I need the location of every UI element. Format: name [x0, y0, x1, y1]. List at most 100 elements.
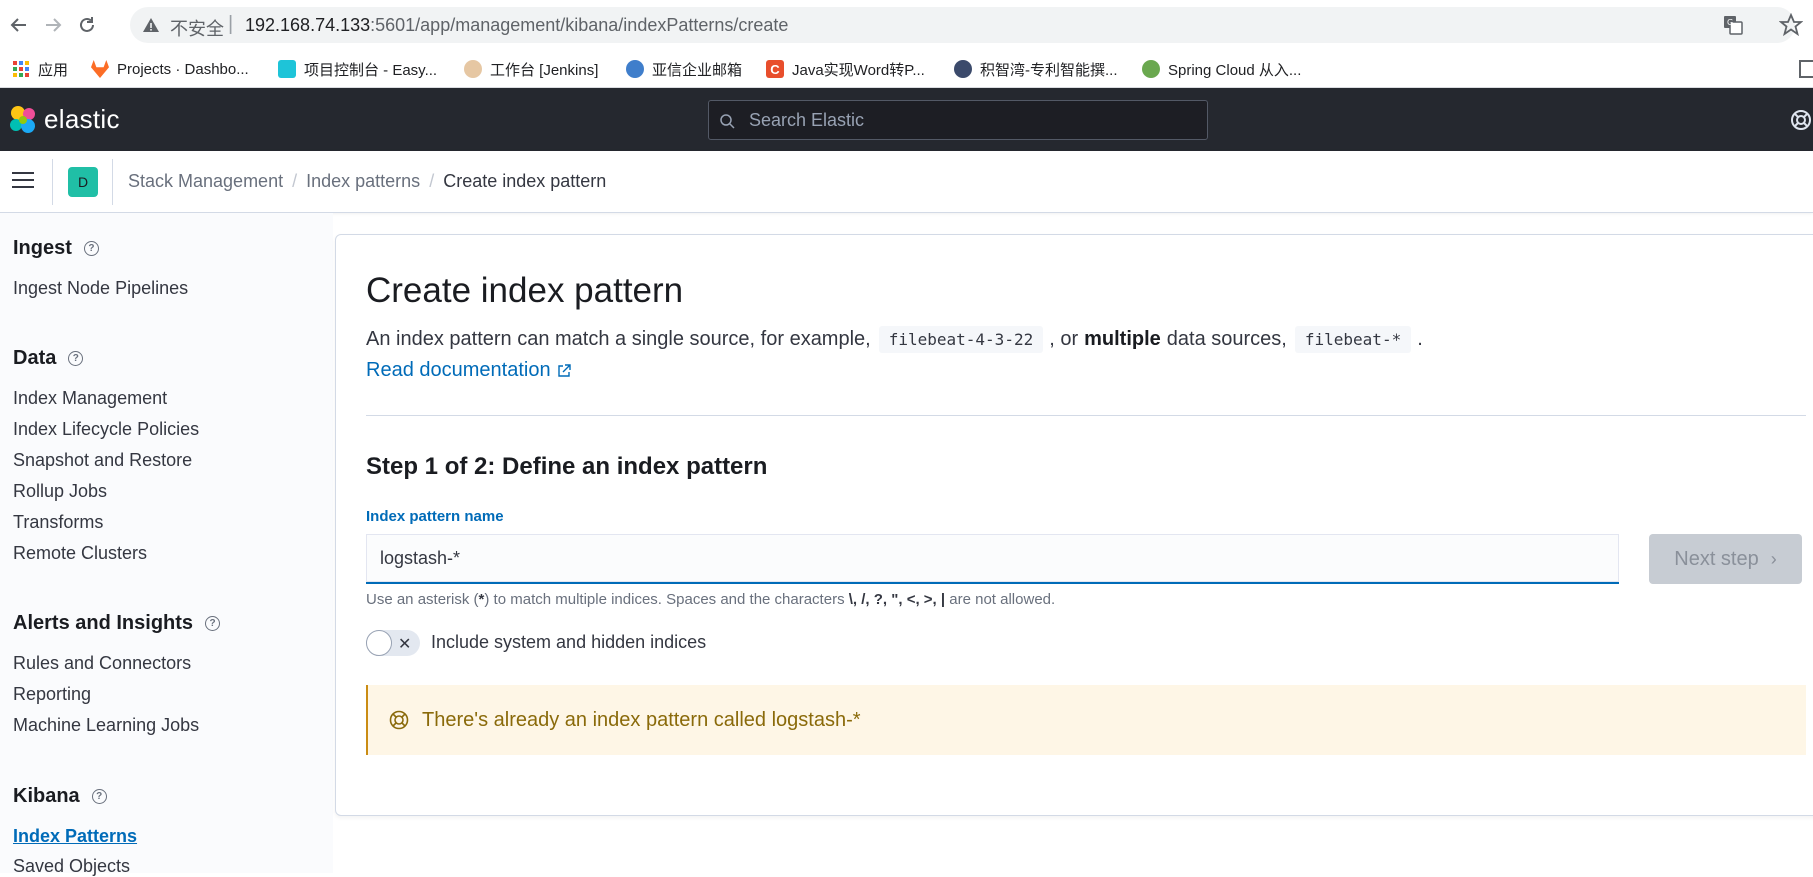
close-icon: ✕	[398, 636, 412, 653]
description: An index pattern can match a single sour…	[366, 326, 1423, 353]
hamburger-icon-line	[12, 186, 34, 188]
search-input[interactable]	[749, 101, 1189, 139]
space-avatar[interactable]: D	[68, 167, 98, 197]
apps-grid-icon	[13, 61, 29, 77]
toggle-label: Include system and hidden indices	[431, 632, 707, 652]
gitlab-icon	[91, 60, 109, 78]
sidebar-item-index-patterns[interactable]: Index Patterns	[13, 826, 137, 847]
help-text: Use an asterisk (*) to match multiple in…	[366, 591, 1055, 608]
sidebar-section-data: Data ?	[13, 347, 84, 370]
search-icon	[720, 114, 735, 129]
breadcrumb-separator: /	[292, 171, 298, 191]
help-menu-icon[interactable]	[1789, 108, 1813, 132]
elastic-logo-icon	[10, 105, 35, 133]
sidebar-item-index-lifecycle-policies[interactable]: Index Lifecycle Policies	[13, 419, 199, 440]
code-example: filebeat-4-3-22	[878, 326, 1044, 353]
sidebar-section-kibana: Kibana ?	[13, 785, 107, 808]
help-text-part: are not allowed.	[949, 591, 1056, 608]
breadcrumb-separator: /	[429, 171, 435, 191]
breadcrumb-index-patterns[interactable]: Index patterns	[306, 171, 420, 192]
bookmark-easy[interactable]: 项目控制台 - Easy...	[278, 59, 437, 79]
section-title: Alerts and Insights	[13, 612, 194, 634]
help-text-part: ) to match multiple indices. Spaces and …	[484, 591, 845, 608]
bookmark-java[interactable]: C Java实现Word转P...	[766, 59, 925, 79]
menu-toggle-button[interactable]	[12, 172, 34, 192]
desc-text: .	[1417, 328, 1423, 350]
divider	[112, 159, 113, 205]
hamburger-icon-line	[12, 179, 34, 181]
question-icon[interactable]: ?	[91, 789, 107, 804]
kibana-header: elastic	[0, 88, 1813, 151]
desc-text: , or	[1049, 328, 1079, 350]
sidebar-item-saved-objects[interactable]: Saved Objects	[13, 856, 130, 877]
avatar-icon	[1142, 60, 1160, 78]
sidebar-item-transforms[interactable]: Transforms	[13, 512, 103, 533]
back-button[interactable]	[6, 12, 32, 38]
warning-callout: There's already an index pattern called …	[366, 685, 1806, 755]
reload-button[interactable]	[74, 12, 100, 38]
sidebar-item-ingest-node-pipelines[interactable]: Ingest Node Pipelines	[13, 278, 188, 299]
jenkins-icon	[464, 60, 482, 78]
sidebar-item-rules-connectors[interactable]: Rules and Connectors	[13, 653, 191, 674]
desc-bold: multiple	[1084, 328, 1161, 350]
reload-icon	[80, 17, 94, 32]
help-ring-icon	[389, 710, 409, 730]
sidebar-item-index-management[interactable]: Index Management	[13, 388, 167, 409]
bookmark-apps[interactable]: 应用	[12, 59, 68, 79]
bookmark-spring[interactable]: Spring Cloud 从入...	[1142, 59, 1301, 79]
step-title: Step 1 of 2: Define an index pattern	[366, 453, 768, 480]
divider	[366, 415, 1806, 416]
address-bar[interactable]: 不安全 | 192.168.74.133:5601/app/management…	[130, 7, 1795, 43]
question-icon[interactable]: ?	[205, 616, 221, 631]
chevron-right-icon: ›	[1770, 548, 1777, 569]
bookmark-mail[interactable]: 亚信企业邮箱	[626, 59, 742, 79]
toggle-knob	[366, 630, 392, 656]
callout-text: There's already an index pattern called …	[422, 708, 861, 731]
sidebar-item-rollup-jobs[interactable]: Rollup Jobs	[13, 481, 107, 502]
page-title: Create index pattern	[366, 271, 684, 310]
management-sidebar: Ingest ? Ingest Node Pipelines Data ? In…	[0, 213, 333, 876]
bookmark-label: 亚信企业邮箱	[652, 61, 743, 79]
bookmark-jenkins[interactable]: 工作台 [Jenkins]	[464, 59, 598, 79]
svg-text:G: G	[1727, 18, 1733, 27]
global-search[interactable]	[708, 100, 1208, 140]
robot-icon	[954, 60, 972, 78]
bookmark-gitlab[interactable]: Projects · Dashbo...	[91, 59, 249, 79]
bookmark-label: 应用	[38, 61, 69, 79]
external-link-icon	[557, 363, 571, 377]
read-documentation-link[interactable]: Read documentation	[366, 359, 571, 382]
other-bookmarks-icon[interactable]	[1799, 60, 1813, 78]
logo-text: elastic	[44, 104, 120, 134]
translate-icon[interactable]: G	[1723, 15, 1743, 35]
help-text-part: Use an asterisk (	[366, 591, 479, 608]
sidebar-item-reporting[interactable]: Reporting	[13, 684, 91, 705]
csdn-icon: C	[766, 60, 784, 78]
index-pattern-name-label: Index pattern name	[366, 508, 504, 525]
bookmark-label: 项目控制台 - Easy...	[304, 61, 438, 79]
url-path: :5601/app/management/kibana/indexPattern…	[370, 15, 789, 35]
index-pattern-name-input[interactable]	[366, 534, 1619, 584]
forward-button[interactable]	[40, 12, 66, 38]
url-text[interactable]: 192.168.74.133:5601/app/management/kiban…	[245, 15, 788, 36]
sidebar-item-snapshot-restore[interactable]: Snapshot and Restore	[13, 450, 192, 471]
sidebar-section-ingest: Ingest ?	[13, 237, 99, 260]
kibana-subheader: D Stack Management / Index patterns / Cr…	[0, 151, 1813, 213]
sidebar-item-remote-clusters[interactable]: Remote Clusters	[13, 543, 147, 564]
elastic-logo[interactable]: elastic	[8, 104, 120, 135]
create-index-pattern-panel: Create index pattern An index pattern ca…	[335, 234, 1813, 816]
mail-icon	[626, 60, 644, 78]
question-icon[interactable]: ?	[83, 241, 99, 256]
bookmark-label: 积智湾-专利智能撰...	[980, 61, 1118, 79]
bookmark-star-icon[interactable]	[1779, 13, 1803, 37]
next-step-button[interactable]: Next step ›	[1649, 534, 1802, 584]
sidebar-section-alerts: Alerts and Insights ?	[13, 612, 221, 635]
question-icon[interactable]: ?	[68, 351, 84, 366]
breadcrumb-stack-management[interactable]: Stack Management	[128, 171, 283, 192]
sidebar-item-ml-jobs[interactable]: Machine Learning Jobs	[13, 715, 199, 736]
bookmark-patent[interactable]: 积智湾-专利智能撰...	[954, 59, 1118, 79]
arrow-left-icon	[10, 18, 26, 32]
bookmark-label: Spring Cloud 从入...	[1168, 61, 1302, 79]
desc-text: data sources,	[1166, 328, 1287, 350]
include-hidden-toggle[interactable]: ✕	[366, 630, 420, 656]
bookmark-label: Projects · Dashbo...	[117, 60, 249, 78]
